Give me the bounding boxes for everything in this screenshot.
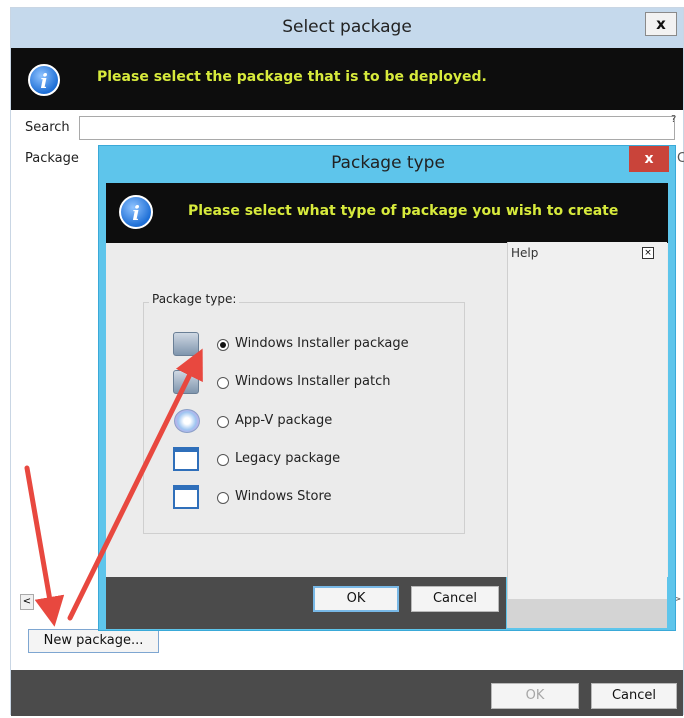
help-title: Help bbox=[511, 246, 539, 260]
instruction-text: Please select what type of package you w… bbox=[188, 203, 619, 219]
radio-button[interactable] bbox=[217, 416, 229, 428]
radio-button[interactable] bbox=[217, 377, 229, 389]
close-button[interactable]: x bbox=[645, 12, 677, 36]
app-v-icon bbox=[174, 409, 200, 433]
cancel-button[interactable]: Cancel bbox=[591, 683, 677, 709]
option-label: Legacy package bbox=[235, 451, 341, 466]
instruction-banner: i Please select what type of package you… bbox=[106, 183, 668, 243]
dialog-footer: OK Cancel bbox=[106, 577, 506, 629]
radio-button-selected[interactable] bbox=[217, 339, 229, 351]
ok-button[interactable]: OK bbox=[313, 586, 399, 612]
dialog-title-bar[interactable]: Select package x bbox=[11, 8, 683, 48]
info-icon: i bbox=[119, 195, 153, 229]
cancel-button[interactable]: Cancel bbox=[411, 586, 499, 612]
option-label: Windows Store bbox=[235, 489, 332, 504]
group-label: Package type: bbox=[149, 292, 240, 306]
help-panel bbox=[507, 242, 667, 628]
search-input[interactable] bbox=[79, 116, 675, 140]
ok-button-disabled[interactable]: OK bbox=[491, 683, 579, 709]
option-label: Windows Installer patch bbox=[235, 374, 391, 389]
scroll-left-button[interactable]: < bbox=[20, 594, 34, 610]
radio-button[interactable] bbox=[217, 492, 229, 504]
help-icon[interactable]: ? bbox=[671, 114, 676, 125]
installer-box-icon bbox=[173, 332, 199, 356]
option-label: Windows Installer package bbox=[235, 336, 409, 351]
column-header-package[interactable]: Package bbox=[25, 151, 79, 166]
info-icon: i bbox=[28, 64, 60, 96]
window-icon bbox=[173, 485, 199, 509]
dialog-title: Package type bbox=[331, 153, 445, 173]
option-label: App-V package bbox=[235, 413, 333, 428]
dialog-title: Select package bbox=[282, 17, 412, 37]
help-close-icon[interactable]: × bbox=[642, 247, 654, 259]
dialog-footer: OK Cancel bbox=[11, 670, 683, 716]
package-type-dialog: Package type x i Please select what type… bbox=[98, 145, 676, 631]
new-package-button[interactable]: New package... bbox=[28, 629, 159, 653]
radio-button[interactable] bbox=[217, 454, 229, 466]
installer-patch-icon bbox=[173, 370, 199, 394]
window-icon bbox=[173, 447, 199, 471]
help-panel-footer bbox=[507, 599, 667, 628]
close-button[interactable]: x bbox=[629, 146, 669, 172]
instruction-banner: i Please select the package that is to b… bbox=[11, 48, 683, 110]
column-header-partial[interactable]: C bbox=[677, 151, 684, 166]
package-list[interactable] bbox=[12, 146, 100, 596]
instruction-text: Please select the package that is to be … bbox=[97, 69, 487, 85]
search-label: Search bbox=[25, 120, 70, 135]
